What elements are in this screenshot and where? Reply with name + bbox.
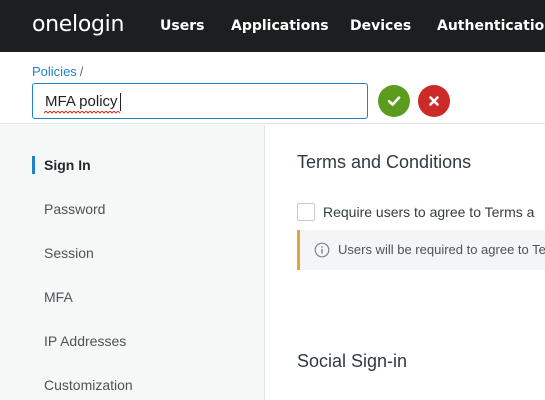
- nav-devices[interactable]: Devices: [350, 17, 411, 35]
- nav-applications[interactable]: Applications: [231, 17, 329, 35]
- policy-header: Policies /: [0, 52, 545, 124]
- info-icon: [314, 242, 330, 258]
- terms-section-title: Terms and Conditions: [297, 152, 472, 172]
- onelogin-logo[interactable]: onelogin: [32, 10, 124, 40]
- terms-info-notice: Users will be required to agree to Te: [297, 230, 545, 270]
- checkmark-icon: [387, 96, 401, 106]
- spellcheck-underline: [44, 111, 121, 114]
- sidebar-item-customization[interactable]: Customization: [32, 373, 133, 397]
- sidebar-item-session[interactable]: Session: [32, 241, 94, 265]
- nav-users[interactable]: Users: [160, 17, 204, 35]
- breadcrumb: Policies /: [32, 64, 83, 80]
- info-notice-text: Users will be required to agree to Te: [338, 242, 545, 257]
- sidebar-item-password[interactable]: Password: [32, 197, 105, 221]
- nav-authentication[interactable]: Authentication: [437, 17, 545, 35]
- breadcrumb-policies-link[interactable]: Policies: [32, 64, 77, 79]
- require-terms-label[interactable]: Require users to agree to Terms a: [323, 203, 534, 221]
- cancel-policy-name-button[interactable]: [418, 85, 450, 117]
- social-signin-section-title: Social Sign-in: [297, 351, 408, 371]
- sidebar-item-sign-in[interactable]: Sign In: [32, 156, 91, 174]
- policy-sidebar: Sign In Password Session MFA IP Addresse…: [0, 125, 265, 400]
- breadcrumb-separator: /: [79, 64, 84, 79]
- policy-settings-panel: Terms and Conditions Require users to ag…: [265, 125, 545, 400]
- sidebar-item-ip-addresses[interactable]: IP Addresses: [32, 329, 126, 353]
- top-navigation: onelogin Users Applications Devices Auth…: [0, 0, 545, 52]
- sidebar-item-mfa[interactable]: MFA: [32, 285, 73, 309]
- save-policy-name-button[interactable]: [378, 85, 410, 117]
- close-icon: [429, 96, 439, 106]
- text-cursor: [120, 93, 121, 111]
- require-terms-checkbox[interactable]: [297, 203, 315, 221]
